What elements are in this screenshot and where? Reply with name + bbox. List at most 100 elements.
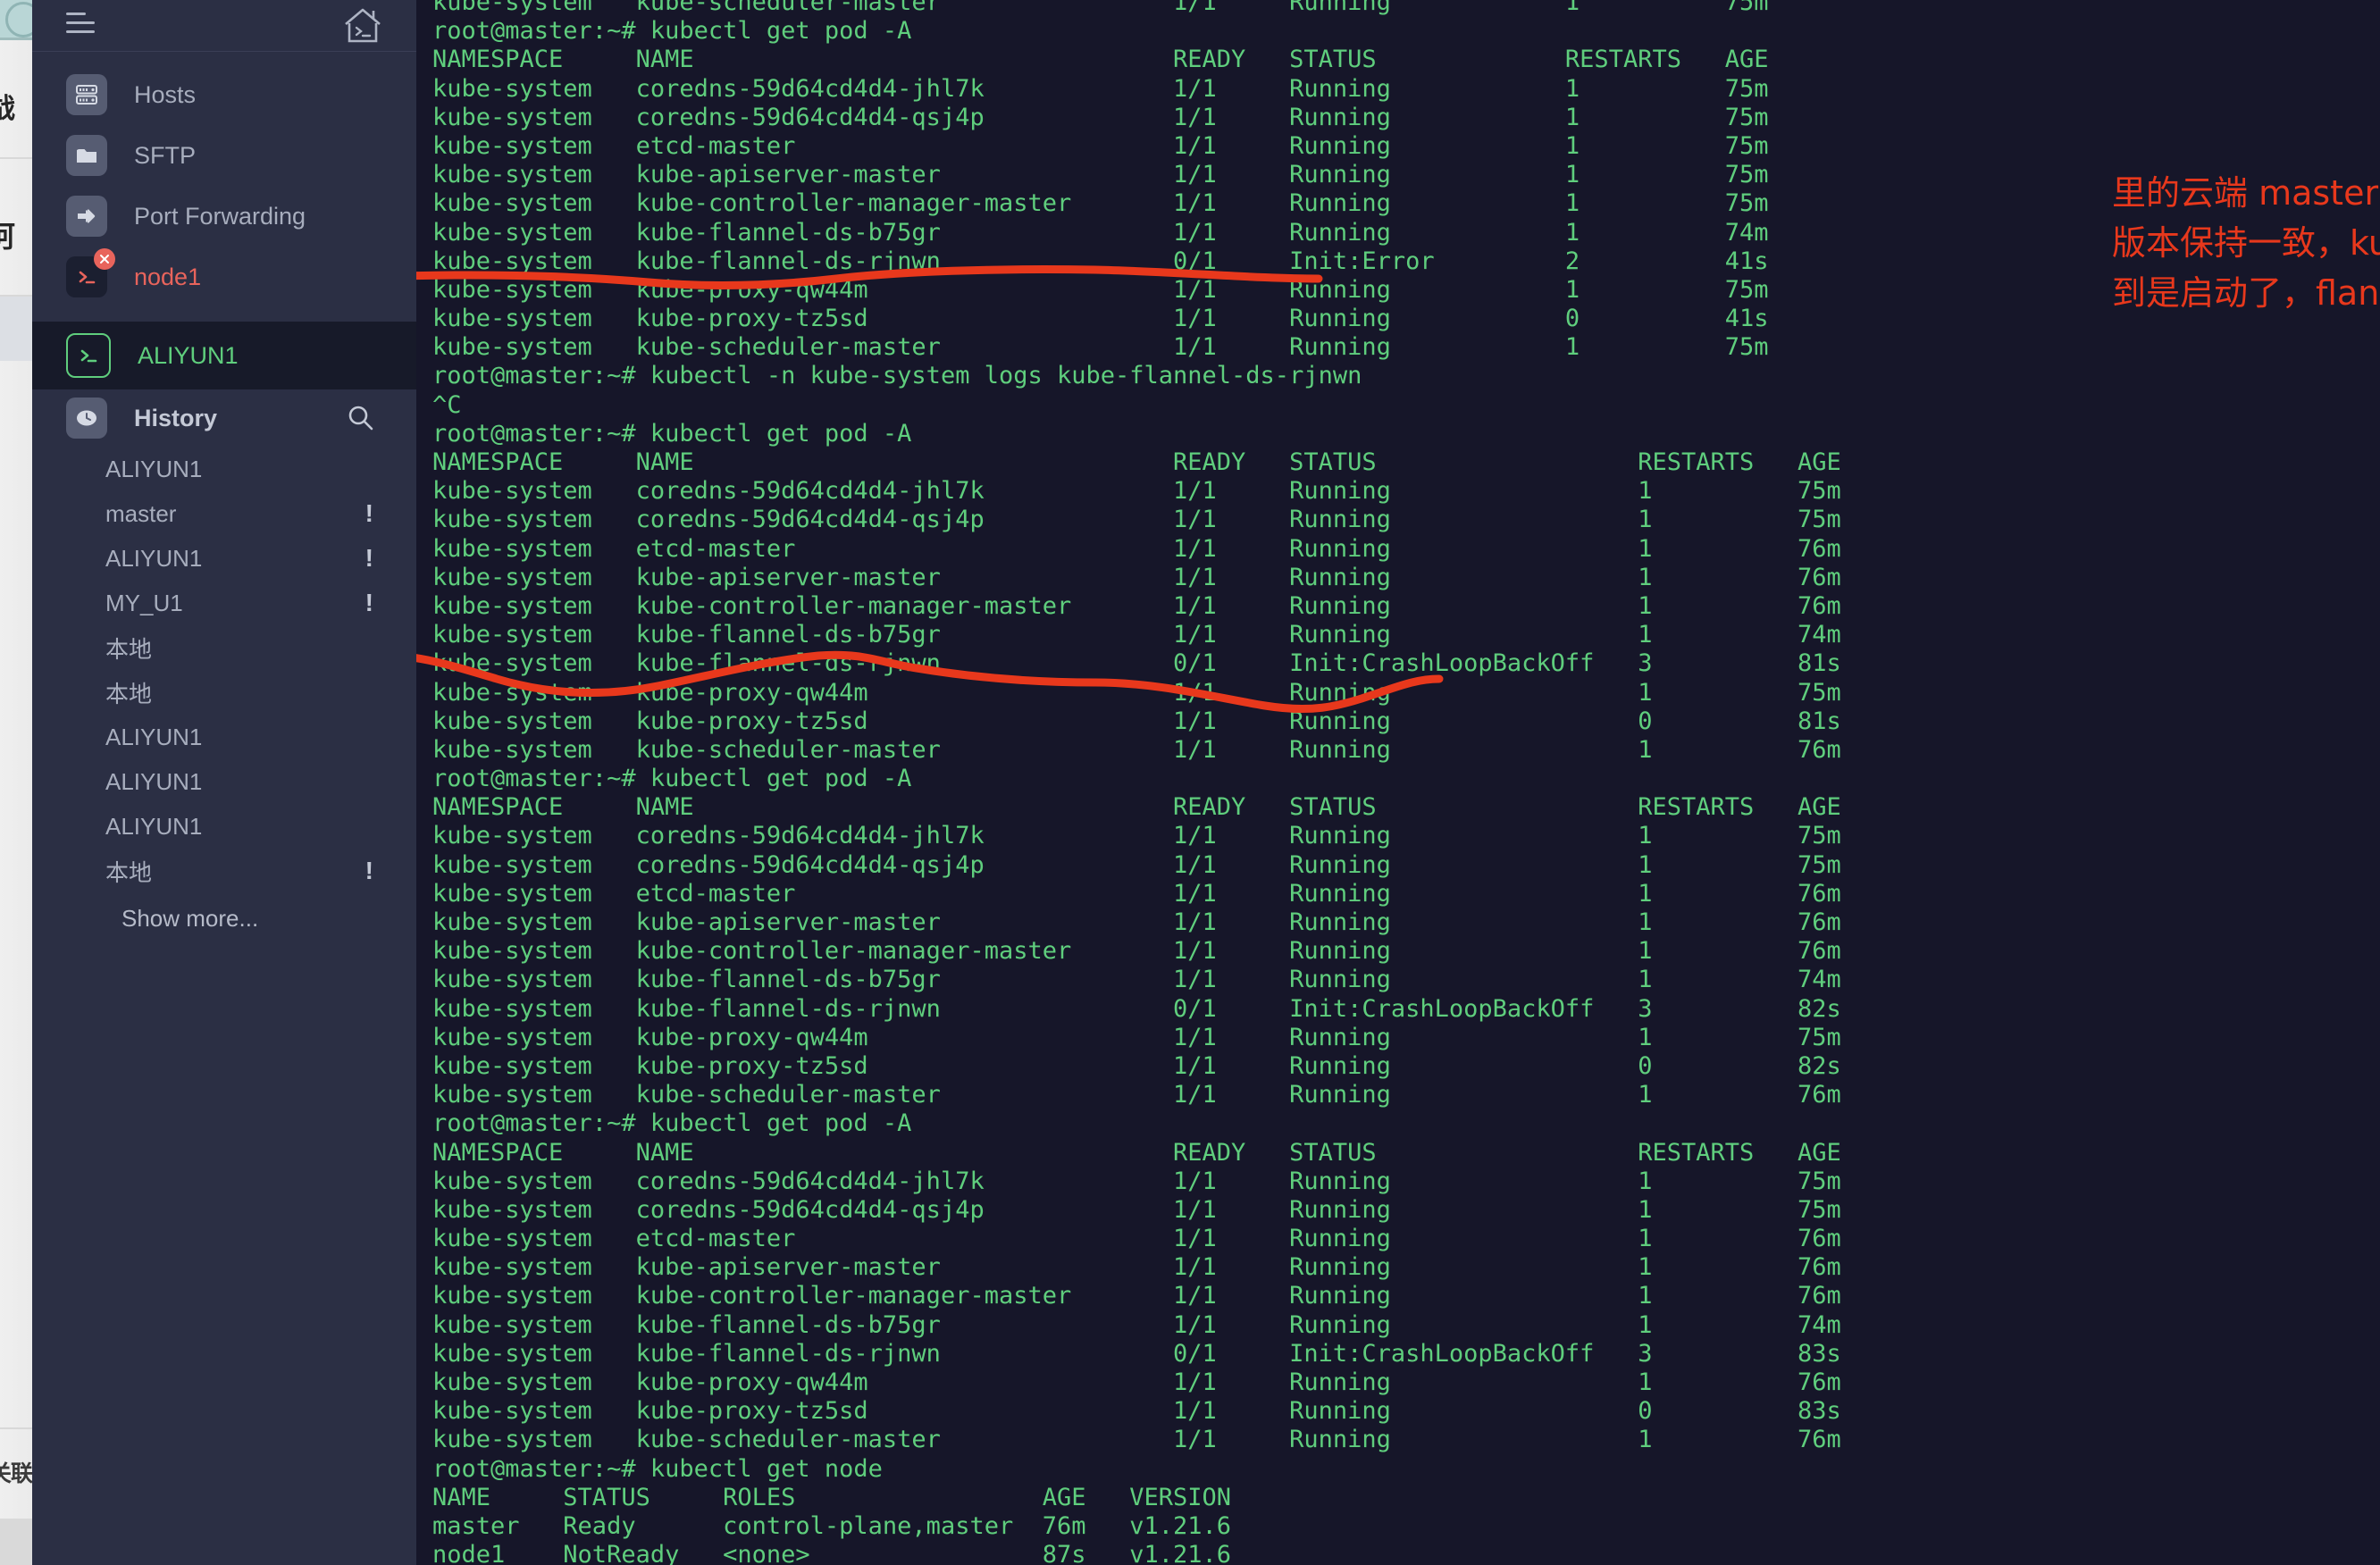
terminal-line: kube-system kube-proxy-qw44m 1/1 Running… <box>432 1023 1841 1051</box>
terminal-line: kube-system kube-scheduler-master 1/1 Ru… <box>432 333 1769 362</box>
terminal-line: root@master:~# kubectl get pod -A <box>432 419 912 448</box>
terminal-line: kube-system coredns-59d64cd4d4-jhl7k 1/1… <box>432 1167 1841 1195</box>
terminal-line: kube-system kube-proxy-tz5sd 1/1 Running… <box>432 305 1769 333</box>
history-list-item[interactable]: MY_U1! <box>32 581 416 625</box>
history-list-item[interactable]: ALIYUN1 <box>32 715 416 759</box>
terminal-icon <box>66 248 115 297</box>
home-terminal-icon[interactable] <box>343 6 382 44</box>
hamburger-icon[interactable] <box>66 13 95 34</box>
history-item-label: ALIYUN1 <box>105 812 203 840</box>
history-list-item[interactable]: master! <box>32 491 416 536</box>
history-item-alert-icon: ! <box>365 499 373 527</box>
terminal-line: NAME STATUS ROLES AGE VERSION <box>432 1483 1232 1511</box>
terminal-line: NAMESPACE NAME READY STATUS RESTARTS AGE <box>432 448 1841 476</box>
history-item-label: ALIYUN1 <box>105 723 203 750</box>
history-list-item[interactable]: ALIYUN1 <box>32 804 416 849</box>
history-header: History <box>32 389 416 447</box>
terminal-line: kube-system kube-controller-manager-mast… <box>432 937 1841 966</box>
history-item-label: master <box>105 499 177 527</box>
terminal-line: kube-system kube-scheduler-master 1/1 Ru… <box>432 0 1769 16</box>
terminal-line: kube-system coredns-59d64cd4d4-jhl7k 1/1… <box>432 74 1769 103</box>
terminal-line: kube-system kube-flannel-ds-rjnwn 0/1 In… <box>432 994 1841 1023</box>
terminal-line: kube-system kube-proxy-tz5sd 1/1 Running… <box>432 1051 1841 1080</box>
terminal-line: kube-system kube-scheduler-master 1/1 Ru… <box>432 1081 1841 1109</box>
history-item-alert-icon: ! <box>365 857 373 884</box>
search-icon[interactable] <box>347 404 375 437</box>
terminal-line: root@master:~# kubectl get node <box>432 1454 883 1483</box>
terminal-line: node1 NotReady <none> 87s v1.21.6 <box>432 1541 1232 1565</box>
sidebar-header <box>32 0 416 52</box>
terminal-line: kube-system kube-apiserver-master 1/1 Ru… <box>432 563 1841 591</box>
terminal-icon <box>66 333 111 378</box>
terminal-line: kube-system kube-flannel-ds-b75gr 1/1 Ru… <box>432 966 1841 994</box>
terminal-line: kube-system coredns-59d64cd4d4-qsj4p 1/1… <box>432 506 1841 534</box>
terminal-line: kube-system kube-apiserver-master 1/1 Ru… <box>432 1253 1841 1282</box>
terminal-line: kube-system kube-flannel-ds-rjnwn 0/1 In… <box>432 649 1841 678</box>
history-title: History <box>134 404 218 431</box>
history-item-alert-icon: ! <box>365 589 373 616</box>
terminal-line: ^C <box>432 390 462 419</box>
terminal-line: kube-system kube-controller-manager-mast… <box>432 591 1841 620</box>
terminal-line: kube-system kube-controller-manager-mast… <box>432 189 1769 218</box>
terminal-line: root@master:~# kubectl -n kube-system lo… <box>432 362 1362 390</box>
background-text-fragment-3: 关联 <box>0 1461 33 1486</box>
history-list-item[interactable]: ALIYUN1 <box>32 447 416 491</box>
terminal-line: kube-system kube-controller-manager-mast… <box>432 1282 1841 1310</box>
sidebar-item-label: Hosts <box>134 80 197 108</box>
history-list-item[interactable]: ALIYUN1 <box>32 759 416 804</box>
terminal-line: kube-system coredns-59d64cd4d4-qsj4p 1/1… <box>432 1195 1841 1224</box>
clock-icon <box>66 398 107 439</box>
sidebar-item-label: node1 <box>134 263 202 290</box>
history-list-item[interactable]: 本地 <box>32 625 416 670</box>
terminal-line: NAMESPACE NAME READY STATUS RESTARTS AGE <box>432 46 1769 74</box>
terminal-line: kube-system kube-flannel-ds-b75gr 1/1 Ru… <box>432 621 1841 649</box>
history-item-label: 本地 <box>105 858 153 886</box>
history-item-label: 本地 <box>105 635 153 663</box>
terminal-line: root@master:~# kubectl get pod -A <box>432 1109 912 1138</box>
terminal-line: root@master:~# kubectl get pod -A <box>432 17 912 46</box>
sidebar-item-port-forwarding[interactable]: Port Forwarding <box>32 186 416 247</box>
background-text-fragment-1: 战 <box>0 93 15 124</box>
sidebar-item-sftp[interactable]: SFTP <box>32 125 416 186</box>
history-list: ALIYUN1 master! ALIYUN1! MY_U1! 本地 本地 ALIYUN1 A… <box>32 447 416 893</box>
terminal-panel[interactable]: kube-system kube-scheduler-master 1/1 Ru… <box>416 0 2380 1565</box>
sidebar-history-section: History ALIYUN1 master! ALIYUN1! MY_U1! 本地 本地… <box>32 389 416 943</box>
sidebar-item-label: SFTP <box>134 141 197 169</box>
terminal-line: kube-system coredns-59d64cd4d4-qsj4p 1/1… <box>432 850 1841 879</box>
sidebar-item-hosts[interactable]: Hosts <box>32 64 416 125</box>
show-more-button[interactable]: Show more... <box>32 893 416 943</box>
terminal-line: kube-system kube-flannel-ds-rjnwn 0/1 In… <box>432 1339 1841 1368</box>
background-text-fragment-2: 阿 <box>0 213 15 255</box>
terminal-line: kube-system kube-flannel-ds-b75gr 1/1 Ru… <box>432 1310 1841 1339</box>
forward-arrows-icon <box>66 196 107 237</box>
terminal-line: kube-system coredns-59d64cd4d4-jhl7k 1/1… <box>432 477 1841 506</box>
sidebar-nav-group: Hosts SFTP Port Forwarding node1 <box>32 64 416 322</box>
terminal-line: kube-system kube-proxy-qw44m 1/1 Running… <box>432 275 1769 304</box>
terminal-line: NAMESPACE NAME READY STATUS RESTARTS AGE <box>432 793 1841 822</box>
history-item-label: ALIYUN1 <box>105 455 203 482</box>
terminal-line: master Ready control-plane,master 76m v1… <box>432 1511 1232 1540</box>
history-item-alert-icon: ! <box>365 544 373 572</box>
terminal-line: kube-system etcd-master 1/1 Running 1 76… <box>432 534 1841 563</box>
sidebar: Hosts SFTP Port Forwarding node1 ALIYUN1… <box>32 0 416 1565</box>
terminal-line: kube-system kube-scheduler-master 1/1 Ru… <box>432 735 1841 764</box>
terminal-line: kube-system kube-proxy-qw44m 1/1 Running… <box>432 678 1841 707</box>
terminal-line: kube-system kube-flannel-ds-b75gr 1/1 Ru… <box>432 218 1769 247</box>
terminal-line: kube-system kube-proxy-qw44m 1/1 Running… <box>432 1368 1841 1396</box>
terminal-output: kube-system kube-scheduler-master 1/1 Ru… <box>432 0 1841 1565</box>
terminal-line: NAMESPACE NAME READY STATUS RESTARTS AGE <box>432 1138 1841 1167</box>
history-item-label: MY_U1 <box>105 589 183 616</box>
history-list-item[interactable]: 本地 <box>32 670 416 715</box>
sidebar-item-node1[interactable]: node1 <box>32 247 416 307</box>
terminal-line: kube-system kube-proxy-tz5sd 1/1 Running… <box>432 707 1841 735</box>
terminal-line: root@master:~# kubectl get pod -A <box>432 765 912 793</box>
terminal-line: kube-system coredns-59d64cd4d4-qsj4p 1/1… <box>432 103 1769 131</box>
sidebar-item-aliyun1-active[interactable]: ALIYUN1 <box>32 322 416 389</box>
folder-icon <box>66 135 107 176</box>
server-icon <box>66 74 107 115</box>
history-list-item[interactable]: ALIYUN1! <box>32 536 416 581</box>
sidebar-item-label: ALIYUN1 <box>138 341 239 369</box>
history-list-item[interactable]: 本地! <box>32 849 416 893</box>
terminal-line: kube-system etcd-master 1/1 Running 1 76… <box>432 1225 1841 1253</box>
history-item-label: ALIYUN1 <box>105 544 203 572</box>
